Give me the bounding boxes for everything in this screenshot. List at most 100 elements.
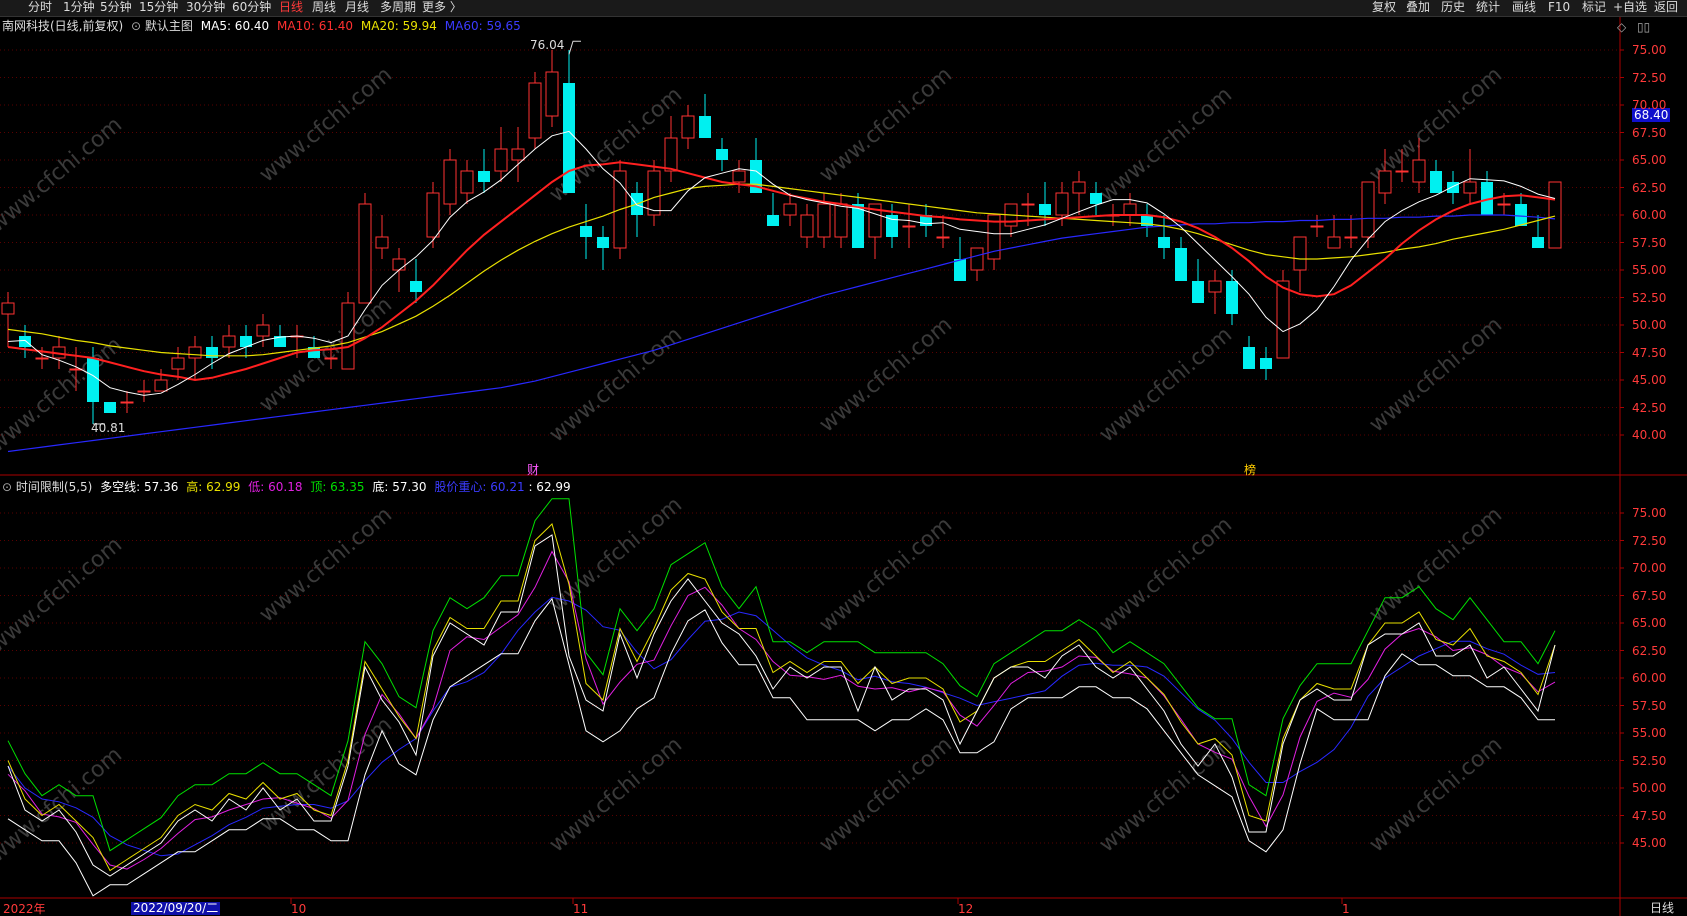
window-split-icon[interactable]: ▯▯	[1637, 20, 1650, 34]
price-tick-label: 72.50	[1632, 70, 1667, 85]
watermark-text: www.cfchi.com	[1365, 312, 1507, 437]
candle-body-up	[1055, 192, 1069, 216]
candle-body-down	[1430, 171, 1442, 193]
candle-body-down	[1260, 358, 1272, 369]
template-toggle-icon[interactable]: ⊙	[131, 19, 141, 33]
center-label: 股价重心: 60.21	[434, 480, 525, 494]
candle-body-down	[1039, 204, 1051, 215]
candle-body-up	[1395, 170, 1409, 173]
indicator-toggle-icon[interactable]: ⊙	[2, 480, 12, 494]
watermark-text: www.cfchi.com	[255, 292, 397, 417]
watermark-text: www.cfchi.com	[1095, 732, 1237, 857]
candle-body-up	[358, 203, 372, 304]
candle-body-up	[1072, 181, 1086, 194]
candle-body-up	[137, 390, 151, 393]
toolbar-tab-0[interactable]: 分时	[28, 0, 52, 16]
candle-body-up	[1, 302, 15, 315]
candle-body-up	[222, 335, 236, 348]
watermark-text: www.cfchi.com	[255, 502, 397, 627]
candle-body-up	[35, 357, 49, 360]
watermark-text: www.cfchi.com	[815, 62, 957, 187]
candle-body-up	[528, 82, 542, 139]
candle-body-up	[681, 115, 695, 139]
toolbar-tab-9[interactable]: 多周期	[380, 0, 416, 16]
toolbar-action-6[interactable]: 标记	[1582, 0, 1606, 16]
candle-body-up	[1497, 203, 1511, 206]
toolbar-tab-6[interactable]: 日线	[279, 0, 303, 16]
sub-tick-label: 52.50	[1632, 753, 1667, 768]
candle-body-up	[1021, 203, 1035, 206]
sub-tick-label: 75.00	[1632, 506, 1667, 520]
candle-body-down	[716, 149, 728, 160]
sub-tick-label: 45.00	[1632, 836, 1667, 850]
candle-body-up	[171, 357, 185, 370]
candle-body-up	[1310, 225, 1324, 228]
price-tick-label: 67.50	[1632, 125, 1667, 140]
watermark-text: www.cfchi.com	[815, 512, 957, 637]
high-label: 高: 62.99	[186, 480, 241, 494]
sub-tick-label: 62.50	[1632, 643, 1667, 658]
candle-body-up	[511, 148, 525, 161]
candle-body-down	[104, 402, 116, 413]
toolbar-action-1[interactable]: 叠加	[1406, 0, 1430, 16]
candle-body-down	[580, 226, 592, 237]
toolbar-action-7[interactable]: +自选	[1613, 0, 1647, 16]
ma20-label: MA20: 59.94	[360, 19, 437, 33]
diamond-icon[interactable]: ◇	[1617, 20, 1626, 34]
candle-body-up	[1378, 170, 1392, 194]
price-tick-label: 57.50	[1632, 235, 1667, 250]
sub-tick-label: 72.50	[1632, 533, 1667, 548]
toolbar-tab-7[interactable]: 周线	[312, 0, 336, 16]
toolbar-action-8[interactable]: 返回	[1654, 0, 1678, 16]
toolbar-tab-2[interactable]: 5分钟	[100, 0, 132, 16]
high-marker-line	[568, 40, 581, 55]
price-tick-label: 65.00	[1632, 153, 1667, 167]
toolbar-tab-8[interactable]: 月线	[345, 0, 369, 16]
price-tick-label: 42.50	[1632, 400, 1667, 415]
event-marker-list[interactable]: 榜	[1244, 463, 1256, 477]
candle-body-up	[1412, 159, 1426, 183]
candle-body-down	[767, 215, 779, 226]
toolbar-tab-10[interactable]: 更多 〉	[422, 0, 462, 16]
sub-low-line	[7, 550, 1556, 870]
candle-body-up	[443, 159, 457, 205]
candle-body-up	[1327, 236, 1341, 249]
candle-body-up	[1548, 181, 1562, 249]
sub-tick-label: 47.50	[1632, 808, 1667, 823]
kline-chart[interactable]: www.cfchi.com www.cfchi.com www.cfchi.com w…	[0, 0, 1687, 916]
watermark-text: www.cfchi.com	[1365, 732, 1507, 857]
date-label-jan: 1	[1342, 902, 1350, 916]
price-tick-label: 50.00	[1632, 318, 1667, 332]
toolbar-action-3[interactable]: 统计	[1476, 0, 1500, 16]
toolbar-action-2[interactable]: 历史	[1441, 0, 1465, 16]
sub-tick-label: 70.00	[1632, 561, 1667, 575]
event-marker-finance[interactable]: 财	[527, 463, 539, 477]
candle-body-up	[494, 148, 508, 172]
sub-tick-label: 57.50	[1632, 698, 1667, 713]
sub-tick-label: 60.00	[1632, 671, 1667, 685]
watermark-text: www.cfchi.com	[815, 732, 957, 857]
toolbar-action-0[interactable]: 复权	[1372, 0, 1396, 16]
candle-body-up	[188, 346, 202, 359]
stock-name[interactable]: 南网科技(日线,前复权)	[2, 19, 123, 33]
sub-center-line	[7, 596, 1556, 857]
period-label[interactable]: 日线	[1650, 902, 1674, 915]
candle-body-up	[392, 258, 406, 271]
candle-body-up	[1208, 280, 1222, 293]
toolbar-tab-3[interactable]: 15分钟	[139, 0, 178, 16]
price-tick-label: 70.00	[1632, 98, 1667, 112]
candle-body-down	[563, 83, 575, 193]
toolbar: 分时 1分钟 5分钟 15分钟 30分钟 60分钟 日线 周线 月线 多周期 更多 〉 复权 叠加 历史统…	[0, 0, 1687, 17]
low-label: 低: 60.18	[248, 480, 303, 494]
candle-body-up	[1344, 236, 1358, 239]
indicator-name[interactable]: 时间限制(5,5)	[16, 480, 92, 494]
candle-body-up	[970, 247, 984, 271]
toolbar-tab-4[interactable]: 30分钟	[186, 0, 225, 16]
template-name[interactable]: 默认主图	[145, 19, 193, 33]
toolbar-action-5[interactable]: F10	[1548, 0, 1570, 16]
toolbar-tab-5[interactable]: 60分钟	[232, 0, 271, 16]
toolbar-action-4[interactable]: 画线	[1512, 0, 1536, 16]
watermark-text: www.cfchi.com	[545, 732, 687, 857]
sub-tick-label: 67.50	[1632, 588, 1667, 603]
toolbar-tab-1[interactable]: 1分钟	[63, 0, 95, 16]
